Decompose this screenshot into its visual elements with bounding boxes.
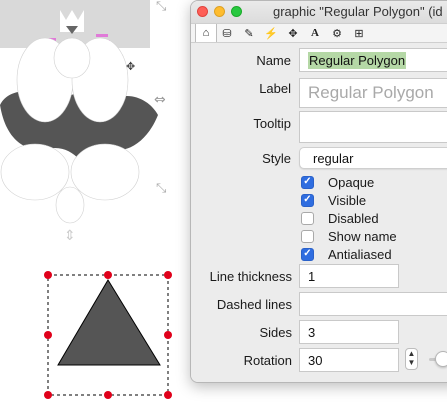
rotation-field[interactable]: 30 — [299, 348, 399, 372]
show-name-checkbox-row[interactable]: Show name — [301, 228, 397, 244]
line-thickness-field[interactable]: 1 — [299, 264, 399, 288]
properties-panel: Name Regular Polygon Label Regular Polyg… — [191, 43, 447, 382]
tooltip-label: Tooltip — [253, 116, 291, 131]
name-field[interactable]: Regular Polygon — [299, 48, 447, 72]
label-field[interactable]: Regular Polygon — [299, 78, 447, 108]
opaque-label: Opaque — [328, 174, 375, 190]
sides-label: Sides — [259, 325, 292, 340]
style-popup[interactable]: regular — [299, 147, 447, 169]
visible-label: Visible — [328, 192, 367, 208]
selected-regular-polygon[interactable] — [44, 271, 172, 399]
disabled-label: Disabled — [328, 210, 379, 226]
dashed-lines-field[interactable] — [299, 292, 447, 316]
text-icon[interactable]: A — [305, 24, 325, 42]
visible-checkbox[interactable]: ✓ — [301, 193, 314, 207]
gears-icon[interactable]: ⚙ — [327, 24, 347, 42]
show-name-label: Show name — [328, 228, 397, 244]
sides-field[interactable]: 3 — [299, 320, 399, 344]
rotation-stepper[interactable]: ▲ ▼ — [405, 348, 418, 370]
disabled-checkbox-row[interactable]: Disabled — [301, 210, 379, 226]
title-bar[interactable]: graphic "Regular Polygon" (id 101 — [191, 1, 447, 24]
show-name-checkbox[interactable] — [301, 229, 314, 243]
antialiased-checkbox-row[interactable]: ✓ Antialiased — [301, 246, 392, 262]
svg-text:⤡: ⤡ — [156, 181, 167, 196]
svg-text:⇕: ⇕ — [64, 228, 76, 244]
home-icon[interactable]: ⌂ — [195, 24, 217, 42]
minimize-window-button[interactable] — [214, 6, 225, 17]
style-label: Style — [262, 151, 291, 166]
magic-wand-icon[interactable]: ⚡ — [261, 24, 281, 42]
label-label: Label — [259, 81, 291, 96]
brush-icon[interactable]: ✎ — [239, 24, 259, 42]
window-title: graphic "Regular Polygon" (id 101 — [273, 4, 447, 19]
close-window-button[interactable] — [197, 6, 208, 17]
properties-window: graphic "Regular Polygon" (id 101 ⌂ ⛁ ✎ … — [190, 0, 447, 383]
antialiased-label: Antialiased — [328, 246, 392, 262]
svg-text:⇔: ⇔ — [154, 92, 166, 108]
move-icon[interactable]: ✥ — [283, 24, 303, 42]
rotation-slider-knob[interactable] — [435, 351, 447, 367]
tooltip-field[interactable] — [299, 111, 447, 143]
database-icon[interactable]: ⛁ — [217, 24, 237, 42]
rotation-label: Rotation — [243, 353, 292, 368]
line-thickness-label: Line thickness — [209, 269, 292, 284]
opaque-checkbox-row[interactable]: ✓ Opaque — [301, 174, 374, 190]
grid-icon[interactable]: ⊞ — [349, 24, 369, 42]
antialiased-checkbox[interactable]: ✓ — [301, 247, 314, 261]
dashed-lines-label: Dashed lines — [216, 297, 292, 312]
svg-text:⤡: ⤡ — [156, 0, 167, 14]
zoom-window-button[interactable] — [231, 6, 242, 17]
triangle-shape[interactable] — [57, 279, 161, 366]
opaque-checkbox[interactable]: ✓ — [301, 175, 314, 189]
disabled-checkbox[interactable] — [301, 211, 314, 225]
svg-text:✥: ✥ — [126, 60, 135, 73]
visible-checkbox-row[interactable]: ✓ Visible — [301, 192, 366, 208]
properties-toolbar: ⌂ ⛁ ✎ ⚡ ✥ A ⚙ ⊞ — [191, 24, 447, 43]
name-label: Name — [256, 53, 291, 68]
